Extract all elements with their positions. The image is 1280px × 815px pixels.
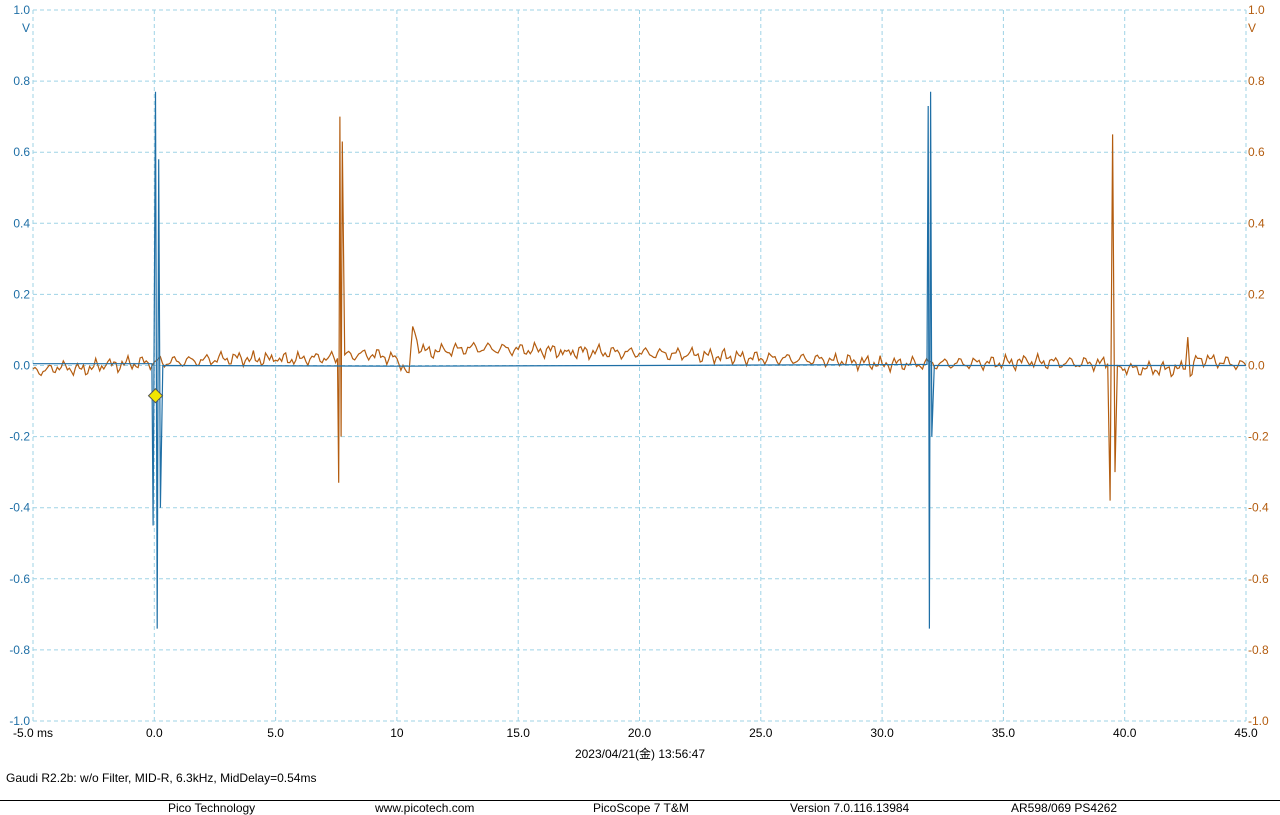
footer-website[interactable]: www.picotech.com — [375, 801, 474, 815]
left-axis-unit: V — [22, 21, 30, 35]
time-axis-tick-label: -5.0 ms — [13, 726, 53, 740]
oscilloscope-plot: 1.00.80.60.40.20.0-0.2-0.4-0.6-0.8-1.0V … — [9, 3, 1269, 761]
time-axis-tick-label: 0.0 — [146, 726, 163, 740]
left-axis-tick-label: 1.0 — [13, 3, 30, 17]
footer-device: AR598/069 PS4262 — [1011, 801, 1118, 815]
footer-company: Pico Technology — [168, 801, 256, 815]
left-axis-tick-label: -0.6 — [9, 572, 30, 586]
right-axis-tick-label: 0.4 — [1248, 216, 1265, 230]
time-axis-tick-label: 20.0 — [628, 726, 652, 740]
left-axis-tick-label: -0.4 — [9, 501, 30, 515]
right-axis-tick-label: 1.0 — [1248, 3, 1265, 17]
time-axis: -5.0 ms 0.0 5.0 10 15.0 20.0 25.0 30.0 35.0 40.0 4… — [13, 726, 1258, 740]
right-axis-tick-label: 0.8 — [1248, 74, 1265, 88]
left-axis-tick-label: 0.2 — [13, 287, 30, 301]
right-axis-tick-label: -0.6 — [1248, 572, 1269, 586]
capture-timestamp: 2023/04/21(金) 13:56:47 — [575, 746, 705, 761]
left-axis-tick-label: 0.4 — [13, 216, 30, 230]
left-axis-tick-label: -0.2 — [9, 430, 30, 444]
right-axis-tick-label: 0.0 — [1248, 359, 1265, 373]
time-axis-tick-label: 5.0 — [267, 726, 284, 740]
left-axis-tick-label: -0.8 — [9, 643, 30, 657]
right-axis-tick-label: -0.8 — [1248, 643, 1269, 657]
left-axis-tick-label: 0.6 — [13, 145, 30, 159]
right-axis-tick-label: 0.6 — [1248, 145, 1265, 159]
time-axis-tick-label: 30.0 — [870, 726, 894, 740]
right-axis-tick-label: -0.4 — [1248, 501, 1269, 515]
time-axis-tick-label: 45.0 — [1234, 726, 1258, 740]
right-axis-tick-label: -0.2 — [1248, 430, 1269, 444]
footer-version: Version 7.0.116.13984 — [790, 801, 910, 815]
time-axis-tick-label: 25.0 — [749, 726, 773, 740]
capture-caption: Gaudi R2.2b: w/o Filter, MID-R, 6.3kHz, … — [6, 771, 317, 785]
right-voltage-axis: 1.00.80.60.40.20.0-0.2-0.4-0.6-0.8-1.0V — [1248, 3, 1269, 728]
footer-product: PicoScope 7 T&M — [593, 801, 689, 815]
left-axis-tick-label: 0.8 — [13, 74, 30, 88]
time-axis-tick-label: 15.0 — [507, 726, 531, 740]
time-axis-tick-label: 10 — [390, 726, 404, 740]
left-voltage-axis: 1.00.80.60.40.20.0-0.2-0.4-0.6-0.8-1.0V — [9, 3, 30, 728]
time-axis-tick-label: 35.0 — [992, 726, 1016, 740]
right-axis-unit: V — [1248, 21, 1256, 35]
left-axis-tick-label: 0.0 — [13, 359, 30, 373]
right-axis-tick-label: 0.2 — [1248, 287, 1265, 301]
time-axis-tick-label: 40.0 — [1113, 726, 1137, 740]
